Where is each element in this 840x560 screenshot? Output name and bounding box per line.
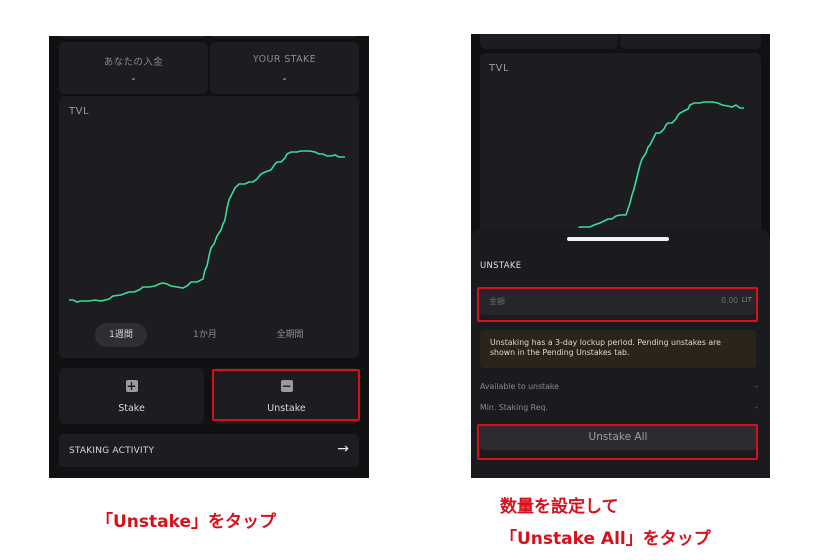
tvl-chart-card: TVL 1週間 1か月 全期間 bbox=[59, 96, 359, 358]
stake-button[interactable]: + Stake bbox=[59, 368, 204, 424]
tvl-chart bbox=[69, 150, 345, 303]
left-screenshot: あなたの入金 - YOUR STAKE - TVL 1週間 1か月 全期間 + … bbox=[49, 36, 369, 478]
right-screenshot: - - TVL UNSTAKE 金額 0.00 LIT Unstaking ha… bbox=[471, 34, 770, 478]
unstake-all-button[interactable]: Unstake All bbox=[480, 424, 756, 450]
period-all[interactable]: 全期間 bbox=[261, 323, 319, 347]
period-1week[interactable]: 1週間 bbox=[95, 323, 147, 347]
stake-button-label: Stake bbox=[118, 403, 145, 414]
lockup-notice: Unstaking has a 3-day lockup period. Pen… bbox=[480, 330, 756, 368]
amount-value: 0.00 bbox=[721, 296, 738, 305]
stake-label: YOUR STAKE bbox=[252, 54, 317, 65]
available-value: - bbox=[755, 382, 758, 391]
available-label: Available to unstake bbox=[480, 382, 559, 391]
deposit-stat-card: あなたの入金 - bbox=[59, 42, 208, 94]
period-1month[interactable]: 1か月 bbox=[179, 323, 231, 347]
amount-input[interactable]: 金額 0.00 LIT bbox=[480, 288, 756, 315]
min-stake-row: Min. Staking Req. - bbox=[480, 403, 758, 412]
caption-left: 「Unstake」をタップ bbox=[96, 512, 277, 532]
stake-stat-card: YOUR STAKE - bbox=[210, 42, 359, 94]
top-value-left: - bbox=[480, 34, 618, 38]
deposit-value: - bbox=[131, 72, 136, 85]
top-card-right: - bbox=[620, 34, 761, 49]
tvl-chart-card-right: TVL bbox=[480, 53, 761, 253]
tvl-line bbox=[69, 150, 345, 303]
arrow-right-icon: → bbox=[337, 441, 349, 457]
unstake-sheet: UNSTAKE 金額 0.00 LIT Unstaking has a 3-da… bbox=[471, 228, 770, 478]
tvl-line-right bbox=[561, 101, 744, 234]
stake-value: - bbox=[282, 72, 287, 85]
sheet-title: UNSTAKE bbox=[480, 261, 522, 271]
tvl-chart-right bbox=[561, 101, 744, 234]
unstake-button-label: Unstake bbox=[267, 403, 306, 414]
top-card-left: - bbox=[480, 34, 618, 49]
top-value-right: - bbox=[620, 34, 761, 38]
amount-unit: LIT bbox=[741, 296, 752, 304]
min-stake-label: Min. Staking Req. bbox=[480, 403, 548, 412]
staking-activity-row[interactable]: STAKING ACTIVITY → bbox=[59, 434, 359, 467]
minus-icon: − bbox=[280, 379, 293, 393]
sheet-grabber[interactable] bbox=[567, 237, 669, 241]
plus-icon: + bbox=[125, 379, 138, 393]
deposit-label: あなたの入金 bbox=[103, 57, 164, 68]
top-card-edge bbox=[210, 36, 359, 38]
top-card-edge bbox=[59, 36, 208, 38]
amount-placeholder: 金額 bbox=[489, 297, 505, 306]
min-stake-value: - bbox=[755, 403, 758, 412]
available-row: Available to unstake - bbox=[480, 382, 758, 391]
staking-activity-label: STAKING ACTIVITY bbox=[69, 446, 155, 456]
caption-right-line1: 数量を設定して bbox=[500, 497, 619, 517]
unstake-button[interactable]: − Unstake bbox=[214, 368, 359, 424]
caption-right-line2: 「Unstake All」をタップ bbox=[500, 529, 711, 549]
